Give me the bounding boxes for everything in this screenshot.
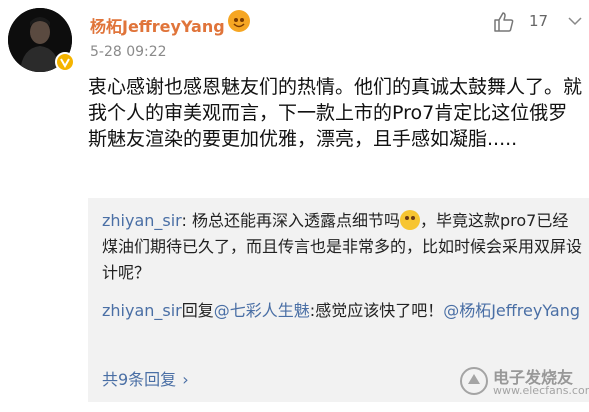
watermark: 电子发烧友 www.elecfans.com — [459, 362, 589, 406]
reply-user-link[interactable]: zhiyan_sir — [102, 211, 181, 230]
emoji-icon — [399, 210, 420, 230]
mention-link[interactable]: @杨柘JeffreyYang — [443, 301, 580, 320]
reply-item: zhiyan_sir回复@七彩人生魅:感觉应该快了吧！@杨柘JeffreyYan… — [102, 298, 584, 324]
chevron-right-icon: › — [182, 370, 189, 389]
reply-item: zhiyan_sir: 杨总还能再深入透露点细节吗 ，毕竟这款pro7已经煤油们期… — [102, 208, 584, 286]
mention-link[interactable]: @七彩人生魅 — [214, 301, 310, 320]
chevron-down-icon[interactable] — [566, 12, 584, 30]
post-username[interactable]: 杨柘JeffreyYang — [90, 13, 225, 37]
reply-text: : 杨总还能再深入透露点细节吗 — [181, 211, 400, 230]
like-count: 17 — [529, 12, 549, 30]
post-body: 衷心感谢也感恩魅友们的热情。他们的真诚太鼓舞人了。就我个人的审美观而言，下一款上… — [88, 76, 583, 150]
watermark-logo-icon — [460, 367, 488, 395]
vip-member-icon[interactable] — [228, 10, 250, 32]
view-all-replies-link[interactable]: 共9条回复 › — [102, 366, 189, 390]
thumbs-up-icon[interactable] — [492, 10, 516, 34]
verified-badge-icon — [55, 52, 75, 72]
reply-text: :感觉应该快了吧！ — [309, 301, 444, 320]
post-timestamp: 5-28 09:22 — [90, 44, 167, 60]
reply-user-link[interactable]: zhiyan_sir — [102, 301, 182, 320]
watermark-url: www.elecfans.com — [493, 384, 589, 397]
view-all-label: 共9条回复 — [102, 370, 177, 389]
reply-word: 回复 — [181, 301, 214, 320]
